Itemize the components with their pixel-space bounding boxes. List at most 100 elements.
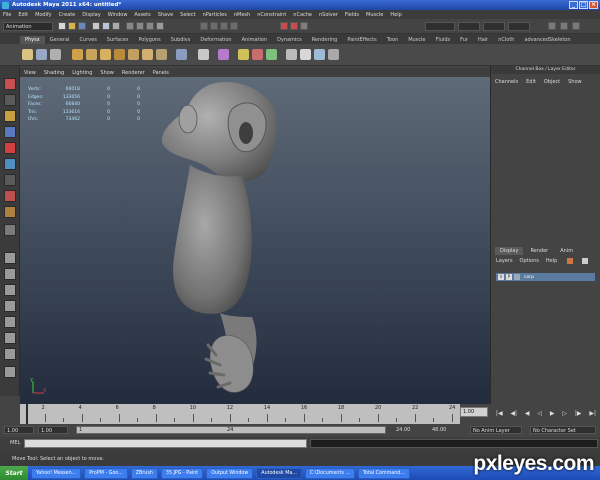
layer-visibility-toggle[interactable]: V <box>498 274 504 280</box>
new-scene-icon[interactable] <box>58 22 66 30</box>
start-button[interactable]: Start <box>0 466 28 480</box>
shelf-tab-ncloth[interactable]: nCloth <box>493 36 519 44</box>
tab-display[interactable]: Display <box>495 247 524 255</box>
shelf-tab-animation[interactable]: Animation <box>237 36 273 44</box>
shelf-tab-surfaces[interactable]: Surfaces <box>102 36 134 44</box>
taskbar-item[interactable]: Yahoo! Messen... <box>31 467 82 479</box>
layer-color-swatch[interactable] <box>514 274 520 280</box>
show-channel-box-icon[interactable] <box>572 22 580 30</box>
layer-menu-item[interactable]: Options <box>520 258 539 264</box>
menu-item-fields[interactable]: Fields <box>345 12 359 18</box>
layer-playback-toggle[interactable]: P <box>506 274 512 280</box>
channel-menu-item[interactable]: Object <box>544 79 560 85</box>
shelf-tool-icon[interactable] <box>86 49 97 60</box>
four-pane-layout-icon[interactable] <box>4 268 16 280</box>
shelf-tool-icon[interactable] <box>142 49 153 60</box>
numeric-input-field-3[interactable] <box>508 22 530 31</box>
selection-mask-icon-2[interactable] <box>136 22 144 30</box>
layer-menu-item[interactable]: Layers <box>496 258 513 264</box>
snap-grid-icon[interactable] <box>200 22 208 30</box>
menu-item-create[interactable]: Create <box>59 12 76 18</box>
new-layer-selected-icon[interactable] <box>582 258 588 264</box>
hypershade-layout-icon[interactable] <box>4 348 16 360</box>
taskbar-item[interactable]: Autodesk Ma... <box>256 467 302 479</box>
menu-item-nmesh[interactable]: nMesh <box>234 12 250 18</box>
universal-manipulator-icon[interactable] <box>4 174 16 186</box>
shelf-tool-icon[interactable] <box>314 49 325 60</box>
menu-item-select[interactable]: Select <box>180 12 195 18</box>
shelf-tab-polygons[interactable]: Polygons <box>133 36 165 44</box>
shelf-tool-icon[interactable] <box>36 49 47 60</box>
shelf-tool-icon[interactable] <box>286 49 297 60</box>
viewport-persp[interactable]: Verts: 66018 0 0 Edges: 133656 0 0 Faces: 66840 0 0… <box>20 77 490 404</box>
numeric-input-field[interactable] <box>458 22 480 31</box>
select-object-icon[interactable] <box>102 22 110 30</box>
shelf-tab-painteffects[interactable]: PaintEffects <box>342 36 381 44</box>
ipr-render-icon[interactable] <box>290 22 298 30</box>
tab-render[interactable]: Render <box>525 247 553 255</box>
snap-point-icon[interactable] <box>220 22 228 30</box>
shelf-tab-fluids[interactable]: Fluids <box>431 36 456 44</box>
step-forward-frame-icon[interactable]: ▷ <box>562 410 567 417</box>
taskbar-item[interactable]: 35.JPG - Paint <box>160 467 204 479</box>
lasso-tool-icon[interactable] <box>4 94 16 106</box>
viewport-menu-lighting[interactable]: Lighting <box>72 70 92 76</box>
end-time-field[interactable]: 48.00 <box>432 426 460 434</box>
shelf-tab-advancedskeleton[interactable]: advancedSkeleton <box>519 36 575 44</box>
menu-item-shave[interactable]: Shave <box>158 12 173 18</box>
go-to-end-icon[interactable]: ▶| <box>589 410 596 417</box>
viewport-menu-panels[interactable]: Panels <box>153 70 169 76</box>
menu-item-nconstraint[interactable]: nConstraint <box>257 12 286 18</box>
go-to-start-icon[interactable]: |◀ <box>496 410 503 417</box>
viewport-menu-shading[interactable]: Shading <box>44 70 64 76</box>
shelf-tab-general[interactable]: General <box>45 36 75 44</box>
paint-select-tool-icon[interactable] <box>4 110 16 122</box>
soft-mod-tool-icon[interactable] <box>4 190 16 202</box>
shelf-tool-icon[interactable] <box>300 49 311 60</box>
selection-mask-icon[interactable] <box>126 22 134 30</box>
open-scene-icon[interactable] <box>68 22 76 30</box>
menu-item-help[interactable]: Help <box>390 12 401 18</box>
move-tool-icon[interactable] <box>4 126 16 138</box>
selection-mask-icon-4[interactable] <box>156 22 164 30</box>
taskbar-item[interactable]: ProPM - Goo... <box>84 467 128 479</box>
shelf-tab-rendering[interactable]: Rendering <box>307 36 343 44</box>
shelf-tool-icon[interactable] <box>100 49 111 60</box>
shelf-tool-icon[interactable] <box>198 49 209 60</box>
shelf-tab-curves[interactable]: Curves <box>74 36 101 44</box>
select-hierarchy-icon[interactable] <box>92 22 100 30</box>
viewport-menu-renderer[interactable]: Renderer <box>122 70 145 76</box>
tab-anim[interactable]: Anim <box>555 247 578 255</box>
shelf-tool-icon[interactable] <box>238 49 249 60</box>
step-back-frame-icon[interactable]: ◀ <box>525 410 530 417</box>
shelf-tab-hair[interactable]: Hair <box>473 36 493 44</box>
current-time-field[interactable]: 1.00 <box>460 407 488 417</box>
shelf-tool-icon[interactable] <box>252 49 263 60</box>
shelf-tab-muscle[interactable]: Muscle <box>403 36 430 44</box>
menu-item-ncache[interactable]: nCache <box>293 12 312 18</box>
menu-set-dropdown[interactable]: Animation <box>3 22 53 31</box>
snap-curve-icon[interactable] <box>210 22 218 30</box>
show-tool-settings-icon[interactable] <box>560 22 568 30</box>
layer-row[interactable]: V P corp <box>496 273 595 281</box>
shelf-tool-icon[interactable] <box>22 49 33 60</box>
close-button[interactable]: × <box>589 1 598 9</box>
sculpted-creature-model[interactable] <box>20 77 490 404</box>
select-component-icon[interactable] <box>112 22 120 30</box>
numeric-input-field-2[interactable] <box>483 22 505 31</box>
shelf-tab-physx[interactable]: Physx <box>20 36 45 44</box>
side-by-side-layout-icon[interactable] <box>4 284 16 296</box>
shelf-tab-subdivs[interactable]: Subdivs <box>166 36 196 44</box>
shelf-tool-icon[interactable] <box>72 49 83 60</box>
step-back-key-icon[interactable]: ◀| <box>510 410 517 417</box>
single-pane-layout-icon[interactable] <box>4 252 16 264</box>
save-scene-icon[interactable] <box>78 22 86 30</box>
play-backwards-icon[interactable]: ◁ <box>537 410 542 417</box>
outliner-layout-icon[interactable] <box>4 332 16 344</box>
time-slider[interactable]: 2 4 6 8 10 12 14 16 18 20 22 24 <box>20 404 460 424</box>
menu-item-nsolver[interactable]: nSolver <box>319 12 338 18</box>
anim-layer-dropdown[interactable]: No Anim Layer <box>470 426 522 434</box>
select-tool-icon[interactable] <box>4 78 16 90</box>
taskbar-item[interactable]: Output Window <box>206 467 254 479</box>
layer-menu-item[interactable]: Help <box>546 258 557 264</box>
